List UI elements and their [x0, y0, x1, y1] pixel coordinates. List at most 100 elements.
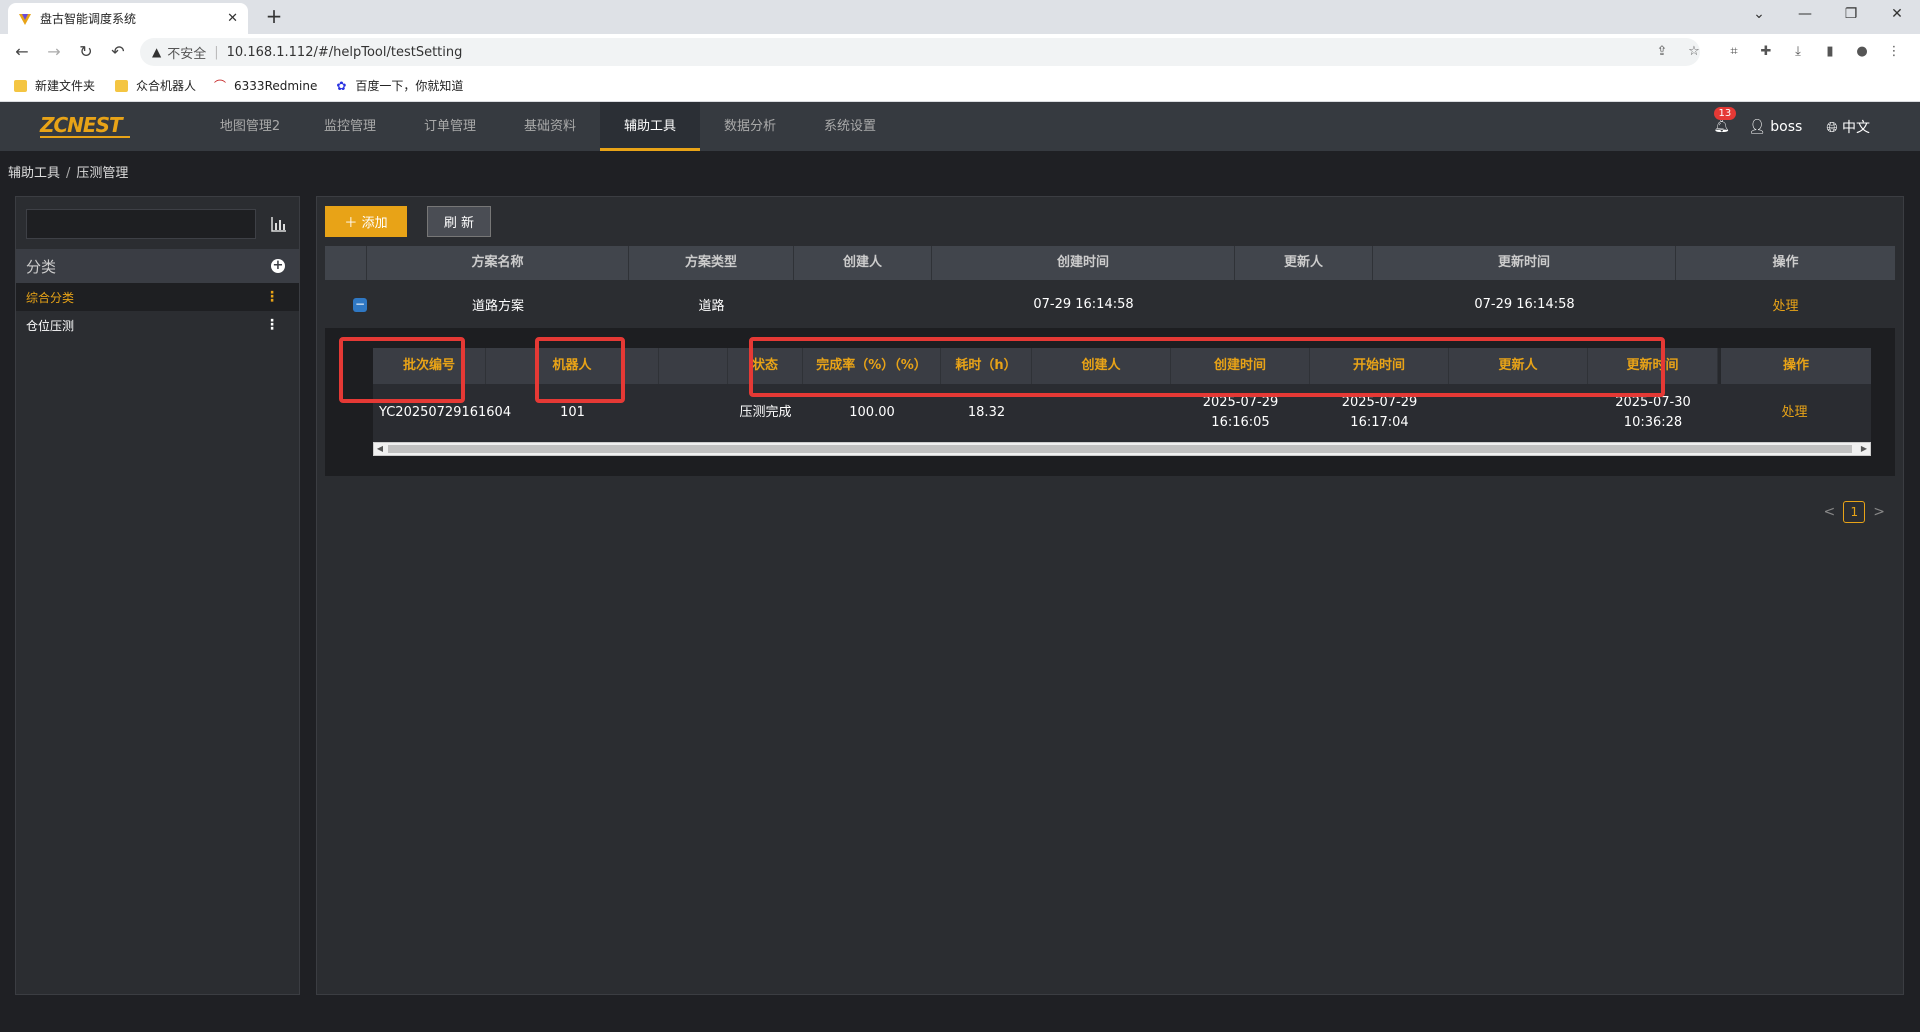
- nav-monitor[interactable]: 监控管理: [300, 102, 400, 151]
- process-link[interactable]: 处理: [1676, 295, 1895, 314]
- annotation-box: [535, 337, 625, 403]
- baidu-icon: ✿: [336, 78, 347, 93]
- scroll-right-icon[interactable]: ▶: [1858, 443, 1870, 455]
- bookmark-folder[interactable]: 新建文件夹: [14, 77, 95, 94]
- page-number[interactable]: 1: [1843, 501, 1866, 523]
- browser-tabstrip: 盘古智能调度系统 ✕ + ⌄ — ❐ ✕: [0, 0, 1920, 34]
- browser-tab[interactable]: 盘古智能调度系统 ✕: [8, 3, 248, 34]
- reload-icon[interactable]: ↻: [74, 40, 98, 64]
- user-menu[interactable]: 👤︎ boss: [1748, 119, 1802, 135]
- address-bar[interactable]: ▲ 不安全 | 10.168.1.112/#/helpTool/testSett…: [140, 38, 1700, 66]
- header-right: 🔔︎ 13 👤︎ boss 🌐︎ 中文: [1713, 102, 1870, 151]
- duration-cell: 18.32: [967, 405, 1006, 420]
- category-label: 仓位压测: [26, 318, 75, 333]
- more-vertical-icon[interactable]: ⋮: [265, 289, 279, 305]
- breadcrumb-separator: /: [66, 166, 71, 181]
- extensions-icon[interactable]: ✚: [1756, 42, 1776, 62]
- window-close-icon[interactable]: ✕: [1874, 0, 1920, 30]
- table-row: − 道路方案 道路 07-29 16:14:58 07-29 16:14:58 …: [325, 280, 1895, 328]
- add-category-icon[interactable]: +: [271, 259, 285, 273]
- more-vertical-icon[interactable]: ⋮: [265, 317, 279, 333]
- nav-data-analysis[interactable]: 数据分析: [700, 102, 800, 151]
- created-time-cell: 07-29 16:14:58: [1033, 296, 1134, 312]
- main-panel: ＋ 添加 刷 新 方案名称 方案类型 创建人 创建时间 更新人 更新时间 操作 …: [316, 196, 1904, 995]
- add-button[interactable]: ＋ 添加: [325, 206, 407, 237]
- bookmark-folder[interactable]: 众合机器人: [115, 77, 196, 94]
- rate-cell: 100.00: [849, 405, 895, 420]
- menu-icon[interactable]: ⋮: [1884, 42, 1904, 62]
- folder-icon: [115, 79, 129, 92]
- user-icon: 👤︎: [1748, 118, 1766, 135]
- category-title: 分类: [26, 257, 57, 276]
- browser-toolbar: ← → ↻ ↶ ▲ 不安全 | 10.168.1.112/#/helpTool/…: [0, 34, 1920, 70]
- plan-table-header: 方案名称 方案类型 创建人 创建时间 更新人 更新时间 操作: [325, 246, 1895, 280]
- scroll-left-icon[interactable]: ◀: [374, 443, 386, 455]
- bookmark-link[interactable]: ⌒ 6333Redmine: [212, 77, 317, 94]
- bell-icon: 🔔︎: [1713, 119, 1731, 134]
- breadcrumb-item[interactable]: 辅助工具: [8, 166, 60, 181]
- refresh-button[interactable]: 刷 新: [427, 206, 491, 237]
- undo-icon[interactable]: ↶: [106, 40, 130, 64]
- globe-icon: 🌐︎: [1826, 119, 1838, 136]
- tab-search-icon[interactable]: ⌄: [1736, 0, 1782, 30]
- annotation-box: [339, 337, 465, 403]
- new-tab-button[interactable]: +: [262, 5, 286, 29]
- category-item[interactable]: 综合分类 ⋮: [16, 283, 299, 311]
- category-item[interactable]: 仓位压测 ⋮: [16, 311, 299, 339]
- nav-helper-tools[interactable]: 辅助工具: [600, 102, 700, 151]
- close-tab-icon[interactable]: ✕: [227, 11, 238, 26]
- bookmark-link[interactable]: ✿ 百度一下，你就知道: [333, 77, 463, 94]
- bar-chart-icon[interactable]: [270, 215, 288, 233]
- breadcrumb-current: 压测管理: [76, 166, 129, 181]
- logo: ZCNEST: [40, 114, 130, 138]
- minimize-icon[interactable]: —: [1782, 0, 1828, 30]
- nav-system-settings[interactable]: 系统设置: [800, 102, 900, 151]
- category-header: 分类 +: [16, 249, 299, 283]
- language-switch[interactable]: 🌐︎ 中文: [1826, 117, 1870, 137]
- prev-page-icon[interactable]: <: [1824, 504, 1836, 520]
- insecure-label: 不安全: [167, 46, 207, 62]
- restore-icon[interactable]: ❐: [1828, 0, 1874, 30]
- nav-basic-data[interactable]: 基础资料: [500, 102, 600, 151]
- share-icon[interactable]: ⇪: [1652, 42, 1672, 62]
- download-icon[interactable]: ⤓: [1788, 42, 1808, 62]
- folder-icon: [14, 79, 27, 92]
- plus-icon: ＋: [344, 216, 358, 231]
- horizontal-scrollbar[interactable]: ◀ ▶: [373, 442, 1871, 456]
- bookmarks-bar: 新建文件夹 众合机器人 ⌒ 6333Redmine ✿ 百度一下，你就知道: [0, 70, 1920, 102]
- url-text: 10.168.1.112/#/helpTool/testSetting: [226, 44, 463, 60]
- bookmark-star-icon[interactable]: ☆: [1684, 42, 1704, 62]
- col-blank: [659, 348, 728, 384]
- created-time-cell: 2025-07-29 16:16:05: [1202, 395, 1279, 430]
- tab-title: 盘古智能调度系统: [40, 12, 137, 26]
- annotation-box: [749, 337, 1665, 397]
- col-created-time: 创建时间: [932, 246, 1235, 280]
- nav-orders[interactable]: 订单管理: [400, 102, 500, 151]
- col-updated-time: 更新时间: [1373, 246, 1676, 280]
- process-link[interactable]: 处理: [1718, 403, 1871, 423]
- nav-map[interactable]: 地图管理2: [200, 102, 300, 151]
- sidepanel-icon[interactable]: ▮: [1820, 42, 1840, 62]
- collapse-icon[interactable]: −: [353, 298, 367, 312]
- notification-bell[interactable]: 🔔︎ 13: [1713, 107, 1737, 134]
- col-plan-type: 方案类型: [629, 246, 794, 280]
- category-search-input[interactable]: [26, 209, 256, 239]
- category-panel: 分类 + 综合分类 ⋮ 仓位压测 ⋮: [15, 196, 300, 995]
- back-icon[interactable]: ←: [10, 40, 34, 64]
- plan-table: 方案名称 方案类型 创建人 创建时间 更新人 更新时间 操作 − 道路方案 道路…: [325, 246, 1895, 476]
- category-label: 综合分类: [26, 290, 75, 305]
- redmine-icon: ⌒: [214, 79, 227, 93]
- notification-badge: 13: [1713, 107, 1737, 120]
- breadcrumb: 辅助工具 / 压测管理: [8, 162, 128, 181]
- profile-icon[interactable]: ●: [1852, 42, 1872, 62]
- next-page-icon[interactable]: >: [1873, 504, 1885, 520]
- app-header: ZCNEST 地图管理2 监控管理 订单管理 基础资料 辅助工具 数据分析 系统…: [0, 102, 1920, 151]
- crop-icon[interactable]: ⌗: [1724, 42, 1744, 62]
- scroll-thumb[interactable]: [388, 445, 1852, 453]
- col-action: 操作: [1718, 348, 1871, 384]
- warning-icon: ▲: [152, 45, 162, 59]
- col-action: 操作: [1772, 255, 1799, 270]
- app-favicon-icon: [19, 13, 31, 25]
- plan-name-cell: 道路方案: [471, 298, 524, 314]
- forward-icon[interactable]: →: [42, 40, 66, 64]
